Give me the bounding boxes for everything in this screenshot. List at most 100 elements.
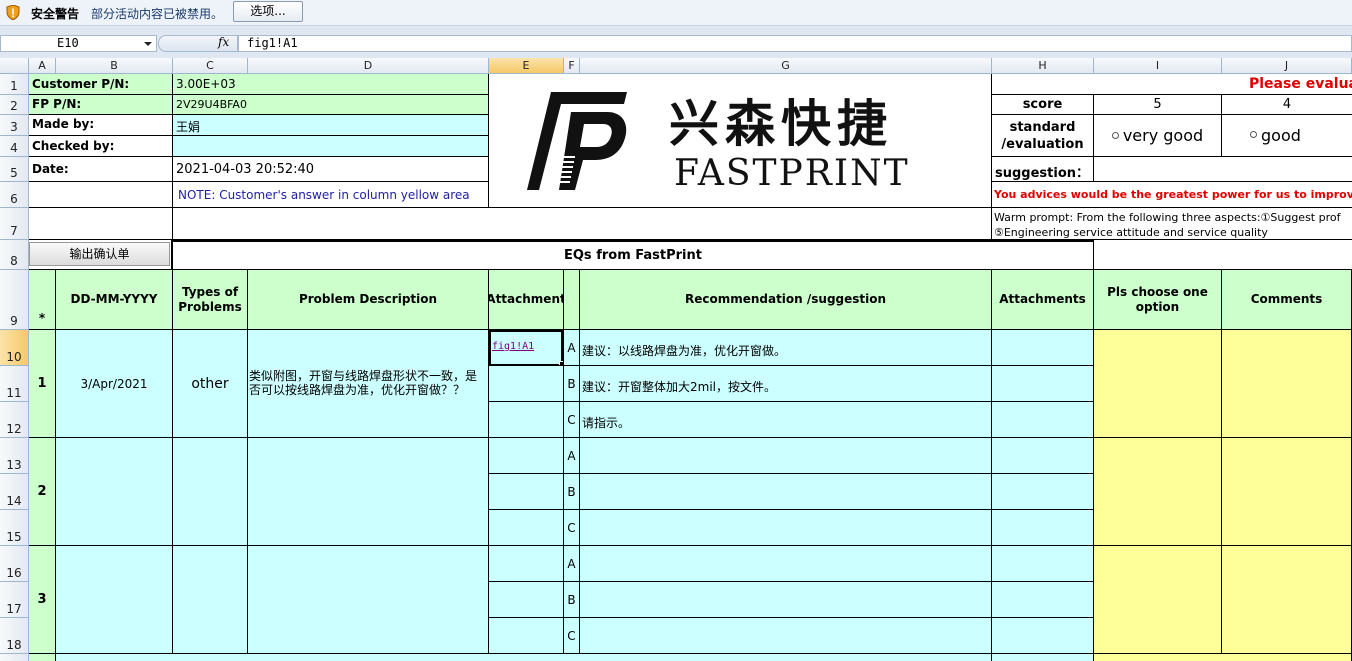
fp-pn-value-cell[interactable]: 2V29U4BFA0: [173, 95, 489, 115]
row-header[interactable]: 2: [0, 95, 29, 115]
option-attachments-cell[interactable]: [992, 402, 1094, 438]
column-header-b[interactable]: B: [56, 58, 173, 74]
blank-cell[interactable]: [173, 208, 992, 240]
eq-attachment-cell[interactable]: [489, 510, 564, 546]
row-header[interactable]: 4: [0, 136, 29, 157]
header-comments[interactable]: Comments: [1222, 270, 1352, 330]
blank-cell[interactable]: [29, 208, 173, 240]
date-value-cell[interactable]: 2021-04-03 20:52:40: [173, 157, 489, 182]
eq-type[interactable]: other: [173, 330, 248, 438]
score-label-cell[interactable]: score: [992, 95, 1094, 115]
header-option-letter[interactable]: [564, 270, 580, 330]
header-attachment[interactable]: Attachment: [489, 270, 564, 330]
advice-cell[interactable]: You advices would be the greatest power …: [992, 182, 1352, 208]
blank-cell[interactable]: [56, 654, 992, 661]
formula-input[interactable]: fig1!A1: [238, 35, 1352, 52]
customer-pn-value-cell[interactable]: 3.00E+03: [173, 74, 489, 95]
header-types[interactable]: Types of Problems: [173, 270, 248, 330]
eq-attachment-cell[interactable]: fig1!A1: [489, 330, 564, 366]
option-attachments-cell[interactable]: [992, 582, 1094, 618]
eq-index[interactable]: 3: [29, 546, 56, 654]
option-letter[interactable]: A: [564, 330, 580, 366]
eq-attachment-cell[interactable]: [489, 618, 564, 654]
row-header[interactable]: 15: [0, 510, 29, 546]
warm-prompt-cell[interactable]: Warm prompt: From the following three as…: [992, 208, 1352, 240]
standard-label-cell[interactable]: standard /evaluation: [992, 115, 1094, 157]
insert-function-icon[interactable]: fx: [218, 35, 229, 49]
evaluation-title-cell[interactable]: Please evaluat: [992, 74, 1352, 95]
option-recommendation[interactable]: [580, 618, 992, 654]
eq-description-cell[interactable]: 类似附图，开窗与线路焊盘形状不一致，是否可以按线路焊盘为准，优化开窗做？？: [248, 330, 489, 438]
column-header-e[interactable]: E: [489, 58, 564, 74]
checked-by-value-cell[interactable]: [173, 136, 489, 157]
option-letter[interactable]: C: [564, 402, 580, 438]
column-header-h[interactable]: H: [992, 58, 1094, 74]
option-letter[interactable]: A: [564, 438, 580, 474]
eq-attachment-cell[interactable]: [489, 546, 564, 582]
fp-pn-label-cell[interactable]: FP P/N:: [29, 95, 173, 115]
radio-good[interactable]: [1250, 131, 1257, 138]
row-header[interactable]: 10: [0, 330, 29, 366]
suggestion-label-cell[interactable]: suggestion：: [992, 157, 1094, 182]
radio-very-good[interactable]: [1111, 132, 1119, 139]
name-box[interactable]: E10: [0, 35, 157, 52]
date-label-cell[interactable]: Date:: [29, 157, 173, 182]
option-attachments-cell[interactable]: [992, 510, 1094, 546]
made-by-value-cell[interactable]: 王娟: [173, 115, 489, 136]
option-letter[interactable]: A: [564, 546, 580, 582]
column-header-d[interactable]: D: [248, 58, 489, 74]
eq-index[interactable]: 2: [29, 438, 56, 546]
eq-date[interactable]: [56, 438, 173, 546]
option-letter[interactable]: C: [564, 618, 580, 654]
export-confirmation-button[interactable]: 输出确认单: [29, 242, 170, 266]
eq-attachment-cell[interactable]: [489, 438, 564, 474]
option-letter[interactable]: B: [564, 582, 580, 618]
option-attachments-cell[interactable]: [992, 330, 1094, 366]
row-header[interactable]: 5: [0, 157, 29, 182]
select-all-corner[interactable]: [0, 58, 29, 74]
choose-option-input[interactable]: [1094, 330, 1222, 438]
eq-attachment-cell[interactable]: [489, 366, 564, 402]
checked-by-label-cell[interactable]: Checked by:: [29, 136, 173, 157]
eq-description[interactable]: [248, 438, 489, 546]
column-header-g[interactable]: G: [580, 58, 992, 74]
row-header[interactable]: 3: [0, 115, 29, 136]
column-header-f[interactable]: F: [564, 58, 580, 74]
option-attachments-cell[interactable]: [992, 546, 1094, 582]
customer-pn-label-cell[interactable]: Customer P/N:: [29, 74, 173, 95]
eq-attachment-cell[interactable]: [489, 582, 564, 618]
eq-date[interactable]: [56, 546, 173, 654]
choose-option-input[interactable]: [1094, 438, 1222, 546]
option-recommendation[interactable]: 建议：开窗整体加大2mil，按文件。: [580, 366, 992, 402]
row-header[interactable]: 14: [0, 474, 29, 510]
export-button-cell[interactable]: 输出确认单: [29, 240, 173, 270]
option-recommendation[interactable]: 请指示。: [580, 402, 992, 438]
blank-cell[interactable]: [29, 182, 173, 208]
options-button[interactable]: 选项...: [233, 1, 303, 22]
comments-input[interactable]: [1222, 438, 1352, 546]
suggestion-input-cell[interactable]: [1094, 157, 1352, 182]
row-header[interactable]: 16: [0, 546, 29, 582]
option-recommendation[interactable]: [580, 546, 992, 582]
option-recommendation[interactable]: [580, 582, 992, 618]
eq-type[interactable]: [173, 438, 248, 546]
blank-cell[interactable]: [29, 654, 56, 661]
option-attachments-cell[interactable]: [992, 474, 1094, 510]
blank-cell[interactable]: [992, 654, 1094, 661]
row-header[interactable]: 18: [0, 618, 29, 654]
score-4-cell[interactable]: 4: [1222, 95, 1352, 115]
eq-attachment-cell[interactable]: [489, 474, 564, 510]
made-by-label-cell[interactable]: Made by:: [29, 115, 173, 136]
eq-description[interactable]: [248, 546, 489, 654]
eq-attachment-link[interactable]: fig1!A1: [492, 341, 534, 352]
option-recommendation[interactable]: [580, 438, 992, 474]
eq-date[interactable]: 3/Apr/2021: [56, 330, 173, 438]
column-header-i[interactable]: I: [1094, 58, 1222, 74]
score-5-cell[interactable]: 5: [1094, 95, 1222, 115]
header-index-cell[interactable]: *: [29, 270, 56, 330]
option-recommendation[interactable]: [580, 510, 992, 546]
row-header[interactable]: 11: [0, 366, 29, 402]
row-header[interactable]: 12: [0, 402, 29, 438]
row-header[interactable]: 7: [0, 208, 29, 240]
comments-input[interactable]: [1222, 330, 1352, 438]
